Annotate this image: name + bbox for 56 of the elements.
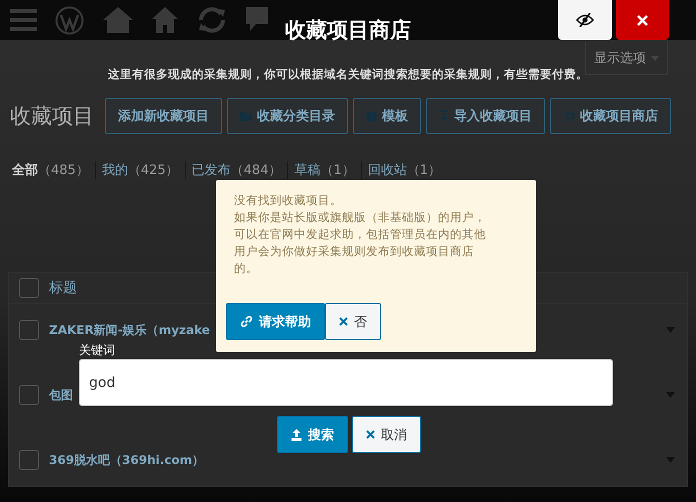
item-title[interactable]: ZAKER新闻-娱乐（myzake	[49, 322, 210, 338]
item-title[interactable]: 包图	[49, 386, 73, 404]
action-button[interactable]: 导入收藏项目	[426, 98, 545, 134]
column-header[interactable]: 标题	[49, 279, 77, 297]
row-checkbox[interactable]	[19, 450, 39, 470]
info-icon	[366, 110, 377, 122]
screen-options-button[interactable]: 显示选项	[585, 42, 668, 75]
close-icon	[637, 14, 648, 26]
download-icon	[439, 110, 449, 122]
filter-link[interactable]: 已发布	[192, 161, 231, 179]
filter-link[interactable]: 我的	[102, 161, 128, 179]
wordpress-logo-icon[interactable]	[55, 6, 84, 34]
cancel-button[interactable]: 取消	[352, 416, 421, 453]
hide-toggle-button[interactable]	[558, 0, 612, 40]
action-button[interactable]: 收藏分类目录	[227, 98, 348, 134]
filter-count: （1）	[406, 162, 442, 179]
home-icon[interactable]	[152, 6, 178, 34]
link-icon	[240, 315, 253, 328]
action-button[interactable]: 添加新收藏项目	[105, 98, 222, 134]
close-button[interactable]	[616, 0, 669, 40]
action-button[interactable]: 收藏项目商店	[550, 98, 671, 134]
filter-count: （484）	[230, 162, 282, 179]
refresh-icon[interactable]	[196, 5, 228, 35]
cart-icon	[563, 110, 575, 122]
filter-count: （1）	[320, 162, 355, 179]
menu-icon[interactable]	[10, 9, 37, 31]
caret-icon[interactable]	[666, 327, 675, 333]
filter-link[interactable]: 草稿	[294, 161, 320, 179]
notice-text: 没有找到收藏项目。	[234, 192, 343, 209]
search-button[interactable]: 搜索	[277, 416, 348, 453]
comment-icon[interactable]	[246, 7, 268, 33]
action-button[interactable]: 模板	[353, 98, 421, 134]
dialog-subtitle: 这里有很多现成的采集规则，你可以根据域名关键词搜索想要的采集规则，有些需要付费。	[108, 67, 588, 82]
caret-icon[interactable]	[666, 392, 675, 398]
folder-icon	[240, 111, 252, 121]
eye-slash-icon	[576, 13, 594, 27]
page-title: 收藏项目	[10, 103, 94, 130]
dialog-title: 收藏项目商店	[285, 17, 411, 44]
filter-count: （425）	[128, 162, 179, 179]
request-help-button[interactable]: 请求帮助	[226, 303, 325, 340]
notice-text: 如果你是站长版或旗舰版（非基础版）的用户，可以在官网中发起求助，包括管理员在内的其他用户会为你做好采集规则发布到收藏项目商店的。	[234, 209, 487, 277]
close-icon	[339, 317, 348, 326]
keyword-field[interactable]: god	[79, 359, 613, 406]
close-icon	[366, 430, 375, 439]
row-checkbox[interactable]	[19, 385, 39, 405]
upload-icon	[291, 428, 302, 440]
filter-count: （485）	[38, 162, 89, 179]
keyword-label: 关键词	[79, 342, 115, 359]
item-title[interactable]: 369脱水吧（369hi.com）	[49, 452, 204, 468]
caret-icon[interactable]	[666, 457, 675, 463]
select-all-checkbox[interactable]	[19, 278, 39, 298]
filter-link[interactable]: 全部	[12, 161, 38, 179]
caret-icon	[651, 56, 659, 60]
filter-link[interactable]: 回收站	[368, 161, 407, 179]
row-checkbox[interactable]	[19, 320, 39, 340]
no-button[interactable]: 否	[325, 303, 381, 340]
